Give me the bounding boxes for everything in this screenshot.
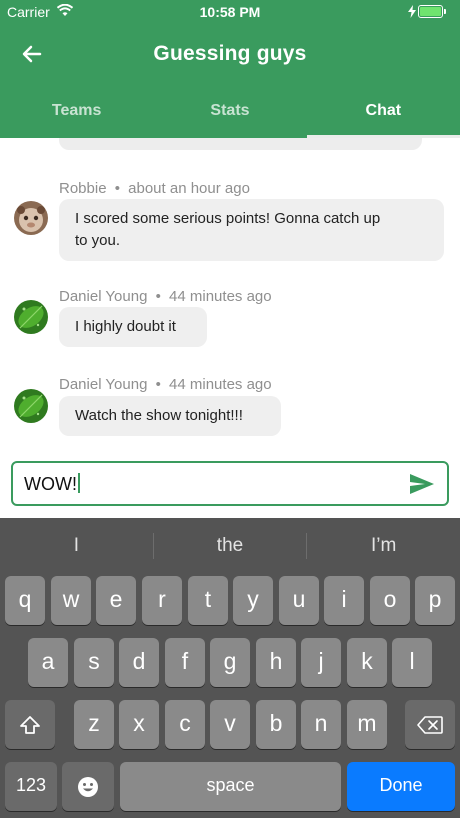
message-author: Robbie <box>59 180 107 197</box>
key-j[interactable]: j <box>301 638 341 687</box>
key-g[interactable]: g <box>210 638 250 687</box>
avatar-daniel-young <box>14 389 48 423</box>
message-text-line: I scored some serious points! Gonna catc… <box>75 210 381 227</box>
shift-key[interactable] <box>5 700 55 749</box>
send-icon[interactable] <box>409 473 435 495</box>
avatar-daniel-young <box>14 300 48 334</box>
tab-bar: Teams Stats Chat <box>0 92 460 138</box>
key-a[interactable]: a <box>28 638 68 687</box>
key-t[interactable]: t <box>188 576 228 625</box>
space-key[interactable]: space <box>120 762 341 811</box>
key-d[interactable]: d <box>119 638 159 687</box>
page-title: Guessing guys <box>153 42 307 65</box>
message-input-text[interactable]: WOW! <box>24 473 80 495</box>
key-l[interactable]: l <box>392 638 432 687</box>
key-p[interactable]: p <box>415 576 455 625</box>
previous-message-bubble <box>59 138 422 150</box>
key-k[interactable]: k <box>347 638 387 687</box>
status-time: 10:58 PM <box>199 4 261 20</box>
tab-chat[interactable]: Chat <box>306 92 460 138</box>
charging-icon <box>408 5 416 18</box>
message-text-line: I highly doubt it <box>75 318 176 335</box>
key-n[interactable]: n <box>301 700 341 749</box>
message-text-line: Watch the show tonight!!! <box>75 407 243 424</box>
text-caret <box>77 473 80 493</box>
app-header: Carrier 10:58 PM Guessing guys Teams Sta… <box>0 0 460 138</box>
message-text-line: to you. <box>75 232 121 249</box>
avatar-robbie <box>14 201 48 235</box>
message-input[interactable]: WOW! <box>11 461 449 506</box>
message-meta: Robbie • about an hour ago <box>59 180 250 197</box>
done-key[interactable]: Done <box>347 762 455 811</box>
key-e[interactable]: e <box>96 576 136 625</box>
message-composer: WOW! <box>0 450 460 518</box>
message-author: Daniel Young <box>59 376 148 393</box>
message-meta: Daniel Young • 44 minutes ago <box>59 288 272 305</box>
message-meta: Daniel Young • 44 minutes ago <box>59 376 272 393</box>
key-h[interactable]: h <box>256 638 296 687</box>
message-time: about an hour ago <box>128 180 250 197</box>
backspace-key[interactable] <box>405 700 455 749</box>
key-w[interactable]: w <box>51 576 91 625</box>
key-c[interactable]: c <box>165 700 205 749</box>
battery-icon <box>418 5 446 18</box>
key-s[interactable]: s <box>74 638 114 687</box>
key-q[interactable]: q <box>5 576 45 625</box>
on-screen-keyboard: I the I’m q w e r t y u i o p a s d f g … <box>0 518 460 818</box>
tab-stats[interactable]: Stats <box>153 92 306 138</box>
numbers-key[interactable]: 123 <box>5 762 57 811</box>
key-r[interactable]: r <box>142 576 182 625</box>
key-o[interactable]: o <box>370 576 410 625</box>
message-author: Daniel Young <box>59 288 148 305</box>
key-v[interactable]: v <box>210 700 250 749</box>
key-i[interactable]: i <box>324 576 364 625</box>
shift-icon <box>20 716 40 734</box>
status-bar: Carrier 10:58 PM <box>0 0 460 24</box>
message-bubble: I scored some serious points! Gonna catc… <box>59 199 444 261</box>
emoji-key[interactable] <box>62 762 114 811</box>
chat-message-list[interactable]: Robbie • about an hour ago I scored some… <box>0 138 460 450</box>
key-m[interactable]: m <box>347 700 387 749</box>
message-bubble: Watch the show tonight!!! <box>59 396 281 436</box>
tab-teams[interactable]: Teams <box>0 92 153 138</box>
suggestion-item[interactable]: I’m <box>307 535 460 557</box>
key-z[interactable]: z <box>74 700 114 749</box>
key-b[interactable]: b <box>256 700 296 749</box>
key-x[interactable]: x <box>119 700 159 749</box>
key-f[interactable]: f <box>165 638 205 687</box>
key-y[interactable]: y <box>233 576 273 625</box>
suggestion-item[interactable]: the <box>154 535 307 557</box>
key-u[interactable]: u <box>279 576 319 625</box>
message-time: 44 minutes ago <box>169 376 272 393</box>
emoji-icon <box>78 776 98 797</box>
suggestion-bar: I the I’m <box>0 518 460 574</box>
message-bubble: I highly doubt it <box>59 307 207 347</box>
backspace-icon <box>417 716 443 734</box>
message-time: 44 minutes ago <box>169 288 272 305</box>
suggestion-item[interactable]: I <box>0 535 153 557</box>
